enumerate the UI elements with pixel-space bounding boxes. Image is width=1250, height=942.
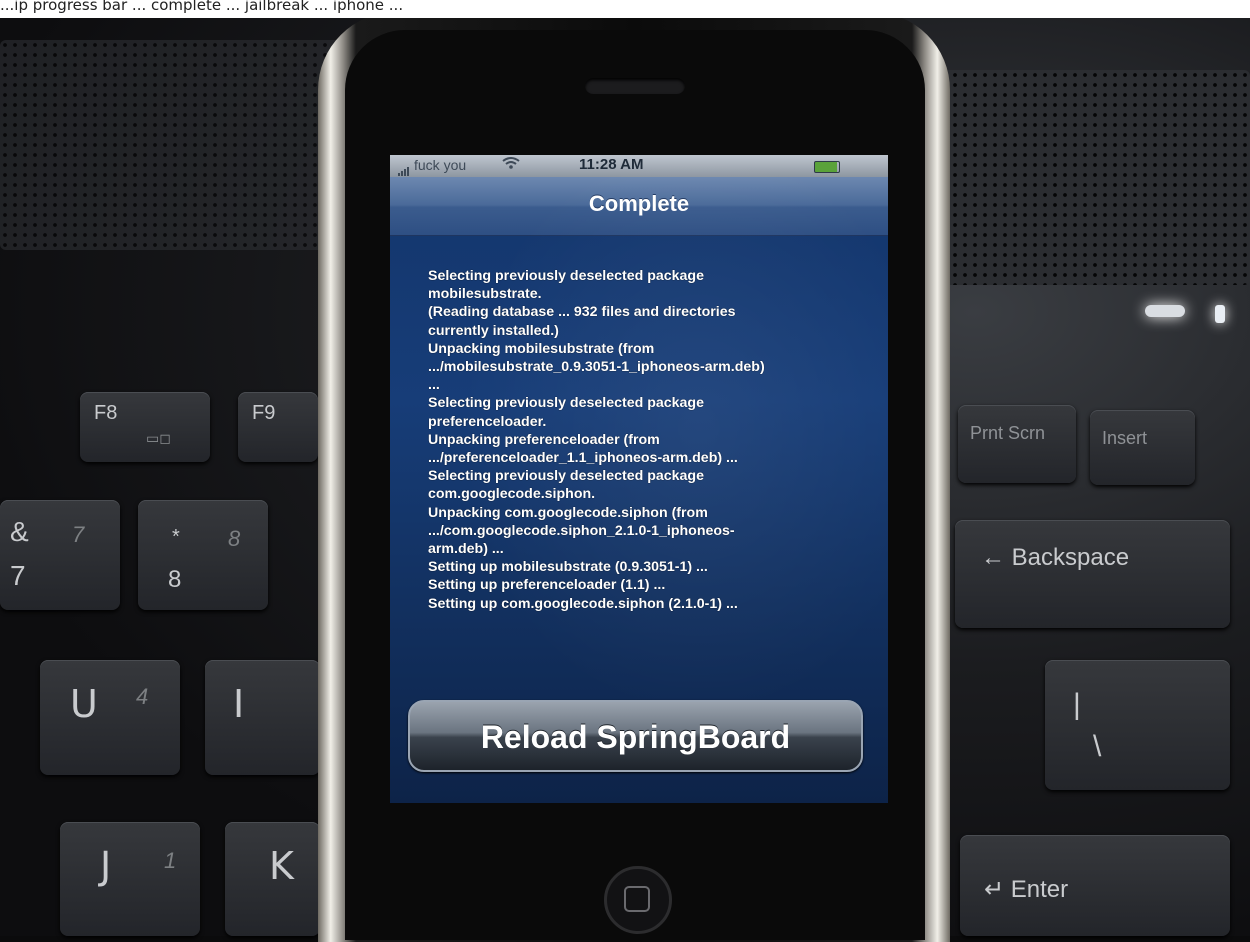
log-line: Selecting previously deselected package (428, 468, 704, 485)
key-j[interactable]: J 1 (60, 822, 200, 936)
log-line: currently installed.) (428, 322, 559, 339)
log-line: .../com.googlecode.siphon_2.1.0-1_iphone… (428, 522, 735, 539)
log-line: Selecting previously deselected package (428, 268, 704, 284)
key-i-label: I (233, 682, 245, 726)
key-7[interactable]: & 7 7 (0, 500, 120, 610)
log-line: Setting up mobilesubstrate (0.9.3051-1) … (428, 559, 708, 576)
key-7-fn: 7 (72, 522, 85, 547)
key-f8-label: F8 (94, 402, 118, 424)
key-insert-label: Insert (1102, 428, 1148, 448)
key-u-fn: 4 (136, 684, 149, 709)
key-8[interactable]: * 8 8 (138, 500, 268, 610)
key-f9[interactable]: F9 (238, 392, 318, 462)
bluetooth-led (1215, 305, 1225, 323)
key-pipe-label: | (1073, 688, 1081, 721)
signal-bars-icon (398, 163, 412, 176)
key-prtscn-label: Prnt Scrn (970, 423, 1046, 443)
key-u-label: U (70, 682, 98, 726)
log-line: Selecting previously deselected package (428, 395, 704, 412)
nav-bar: Complete (390, 177, 888, 236)
key-backslash[interactable]: | \ (1045, 660, 1230, 790)
key-i[interactable]: I (205, 660, 320, 775)
log-line: Unpacking mobilesubstrate (from (428, 340, 655, 357)
log-line: (Reading database ... 932 files and dire… (428, 304, 736, 321)
key-7-digit: 7 (10, 560, 26, 591)
key-8-fn: 8 (228, 526, 241, 551)
key-backspace[interactable]: ← Backspace (955, 520, 1230, 628)
log-line: .../mobilesubstrate_0.9.3051-1_iphoneos-… (428, 359, 765, 376)
status-led (1145, 305, 1185, 317)
page-title: Complete (588, 191, 690, 216)
install-log: Selecting previously deselected package … (428, 267, 848, 613)
reload-springboard-label: Reload SpringBoard (480, 719, 791, 755)
log-line: ... (428, 377, 440, 394)
home-button-icon (624, 886, 650, 912)
key-7-amp: & (10, 516, 29, 547)
key-insert[interactable]: Insert (1090, 410, 1195, 485)
key-prtscn[interactable]: Prnt Scrn (958, 405, 1076, 483)
caption-strip: ...ip progress bar ... complete ... jail… (0, 0, 1250, 18)
status-time: 11:28 AM (579, 156, 644, 173)
key-u[interactable]: U 4 (40, 660, 180, 775)
wifi-icon (502, 156, 520, 174)
key-backspace-label: ← Backspace (981, 544, 1130, 571)
log-line: mobilesubstrate. (428, 286, 542, 303)
earpiece-speaker (585, 78, 685, 94)
log-line: preferenceloader. (428, 413, 547, 430)
iphone-screen: fuck you 11:28 AM Complete Selecting pre… (390, 155, 888, 803)
log-line: Setting up preferenceloader (1.1) ... (428, 577, 666, 594)
caption-text: ...ip progress bar ... complete ... jail… (0, 0, 404, 14)
carrier-name: fuck you (414, 157, 467, 173)
key-k[interactable]: K (225, 822, 320, 936)
log-line: Unpacking preferenceloader (from (428, 431, 660, 448)
key-enter[interactable]: ↵ Enter (960, 835, 1230, 936)
key-backslash-label: \ (1093, 730, 1102, 763)
log-line: Setting up com.googlecode.siphon (2.1.0-… (428, 595, 738, 612)
log-line: .../preferenceloader_1.1_iphoneos-arm.de… (428, 450, 738, 467)
key-8-star: * (172, 526, 180, 548)
log-line: arm.deb) ... (428, 541, 504, 558)
key-8-digit: 8 (168, 566, 182, 593)
key-j-label: J (100, 844, 112, 888)
key-enter-label: ↵ Enter (984, 876, 1069, 903)
key-f8[interactable]: F8 ▭◻ (80, 392, 210, 462)
reload-springboard-button[interactable]: Reload SpringBoard (408, 700, 863, 772)
key-f9-label: F9 (252, 402, 276, 424)
log-line: Unpacking com.googlecode.siphon (from (428, 504, 708, 521)
battery-icon (814, 161, 840, 173)
status-bar: fuck you 11:28 AM (390, 155, 888, 177)
key-j-fn: 1 (164, 848, 177, 873)
log-line: com.googlecode.siphon. (428, 486, 596, 503)
key-k-label: K (269, 844, 294, 888)
key-f8-sub: ▭◻ (146, 430, 171, 446)
left-speaker-grille (0, 40, 360, 250)
